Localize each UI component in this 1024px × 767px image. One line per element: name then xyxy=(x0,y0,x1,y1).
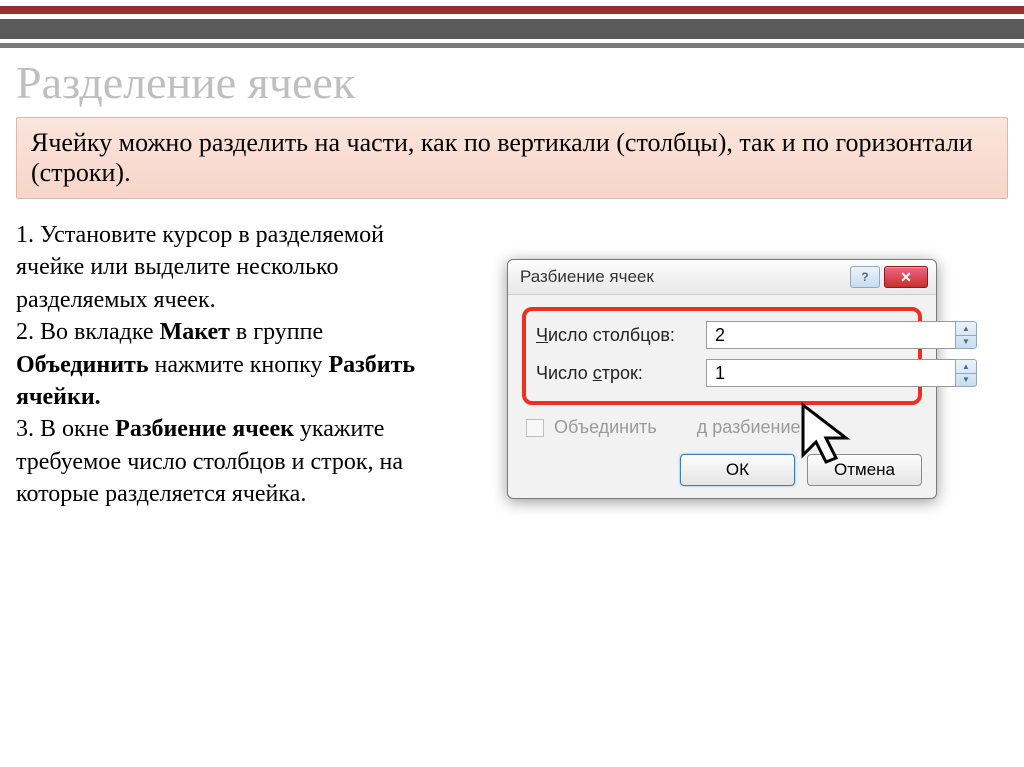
rows-spin-up[interactable]: ▲ xyxy=(956,360,976,374)
merge-checkbox-row[interactable]: Объединить д разбиением xyxy=(526,417,922,438)
columns-label: Число столбцов: xyxy=(536,325,706,346)
help-button[interactable]: ? xyxy=(850,266,880,288)
columns-spin-down[interactable]: ▼ xyxy=(956,336,976,349)
instructions-text: 1. Установите курсор в разделяемой ячейк… xyxy=(16,219,416,511)
merge-checkbox[interactable] xyxy=(526,419,544,437)
top-decorative-bars xyxy=(0,0,1024,48)
split-cells-dialog: Разбиение ячеек ? ✕ Число столбцов: ▲ xyxy=(507,259,937,499)
page-title: Разделение ячеек xyxy=(16,56,1024,109)
columns-spinner[interactable]: ▲ ▼ xyxy=(706,321,977,349)
info-box: Ячейку можно разделить на части, как по … xyxy=(16,117,1008,199)
highlight-annotation: Число столбцов: ▲ ▼ Число строк: xyxy=(522,307,922,405)
columns-spin-up[interactable]: ▲ xyxy=(956,322,976,336)
help-icon: ? xyxy=(861,270,868,284)
close-icon: ✕ xyxy=(900,269,912,286)
close-button[interactable]: ✕ xyxy=(884,266,928,288)
dialog-titlebar[interactable]: Разбиение ячеек ? ✕ xyxy=(508,260,936,295)
rows-spinner[interactable]: ▲ ▼ xyxy=(706,359,977,387)
rows-input[interactable] xyxy=(706,359,955,387)
ok-button[interactable]: ОК xyxy=(680,454,795,486)
columns-input[interactable] xyxy=(706,321,955,349)
merge-label: Объединить д разбиением xyxy=(554,417,813,438)
rows-label: Число строк: xyxy=(536,363,706,384)
dialog-title: Разбиение ячеек xyxy=(520,267,846,287)
cancel-button[interactable]: Отмена xyxy=(807,454,922,486)
rows-spin-down[interactable]: ▼ xyxy=(956,374,976,387)
